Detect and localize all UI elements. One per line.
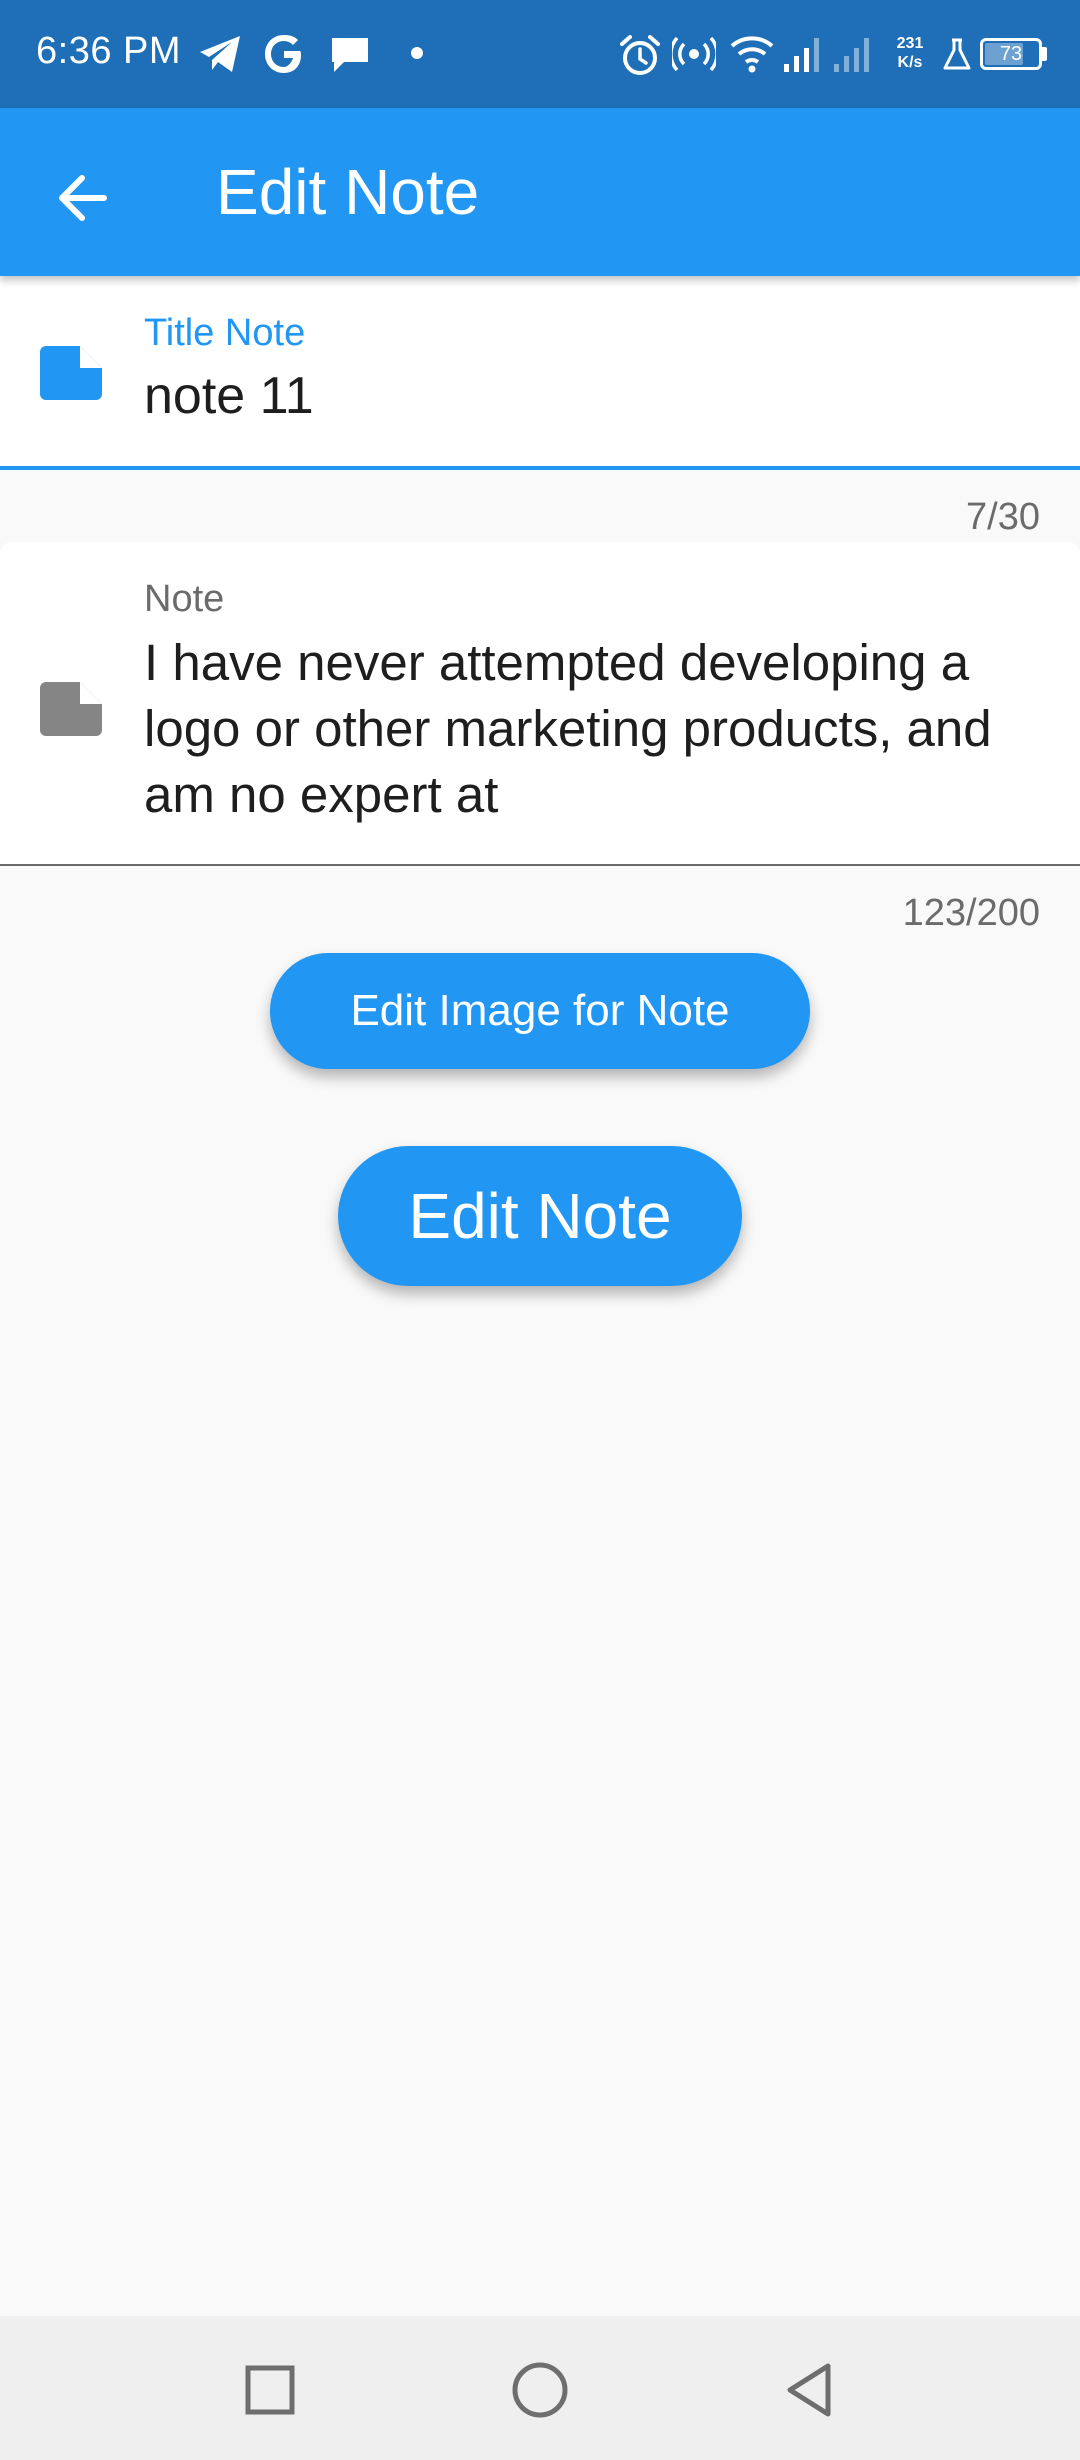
page-title: Edit Note <box>216 156 480 228</box>
signal-icon <box>784 38 819 72</box>
note-counter: 123/200 <box>902 892 1040 934</box>
hotspot-icon <box>672 36 716 72</box>
dot-icon <box>411 47 423 59</box>
alarm-icon <box>620 35 660 75</box>
status-bar: 6:36 PM 231 K/s 73 <box>0 0 1080 108</box>
wifi-icon <box>730 36 774 73</box>
note-icon <box>40 682 102 736</box>
signal-icon <box>834 38 869 72</box>
note-field[interactable]: Note I have never attempted developing a… <box>0 542 1080 866</box>
edit-image-button[interactable]: Edit Image for Note <box>270 953 810 1069</box>
recents-square-icon[interactable] <box>230 2350 310 2430</box>
title-note-counter: 7/30 <box>966 496 1040 538</box>
battery-tip <box>1042 47 1047 61</box>
google-icon <box>265 35 301 73</box>
title-note-input[interactable]: note 11 <box>144 366 314 426</box>
edit-note-button[interactable]: Edit Note <box>338 1146 742 1286</box>
home-circle-icon[interactable] <box>500 2350 580 2430</box>
note-input[interactable]: I have never attempted developing a logo… <box>144 630 1024 828</box>
message-icon <box>332 38 368 72</box>
title-note-label: Title Note <box>144 312 306 354</box>
arrow-left-icon[interactable] <box>44 158 124 238</box>
network-speed-value: 231 <box>896 35 924 52</box>
title-note-field[interactable]: Title Note note 11 <box>0 276 1080 470</box>
note-label: Note <box>144 578 225 620</box>
network-speed-unit: K/s <box>897 54 923 71</box>
navigation-bar <box>0 2316 1080 2460</box>
telegram-icon <box>200 36 240 72</box>
app-bar: Edit Note <box>0 108 1080 276</box>
note-icon <box>40 346 102 400</box>
back-triangle-icon[interactable] <box>770 2350 850 2430</box>
battery-icon: 73 <box>980 38 1042 70</box>
battery-level: 73 <box>999 43 1023 65</box>
status-time: 6:36 PM <box>36 30 182 72</box>
flask-icon <box>943 38 971 70</box>
network-speed: 231 K/s <box>890 34 930 72</box>
edit-note-screen: 6:36 PM 231 K/s 73 Edit Note Title Note … <box>0 0 1080 2460</box>
